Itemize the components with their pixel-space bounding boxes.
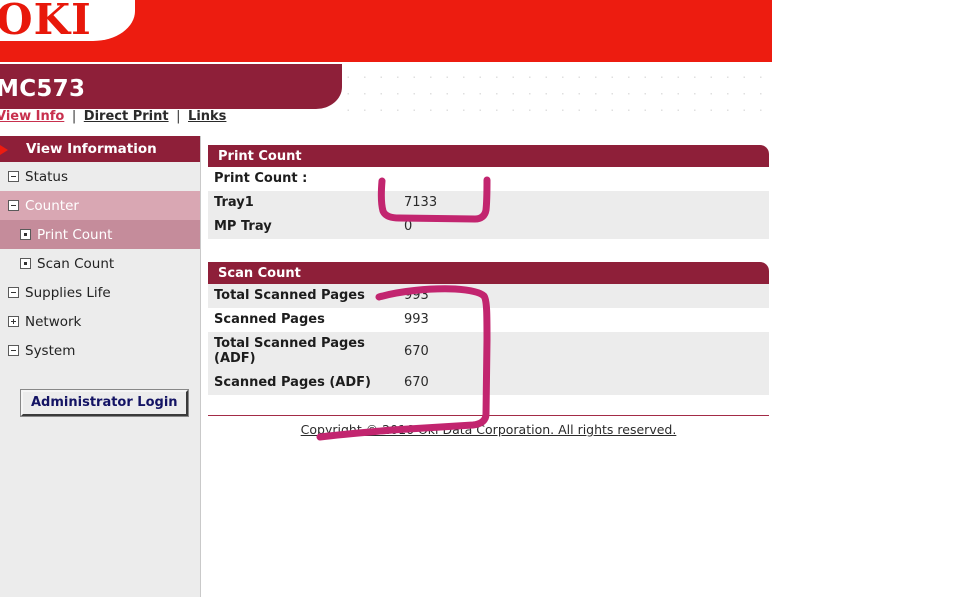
- row-spacer: [493, 167, 769, 191]
- row-value: 670: [398, 371, 493, 395]
- sidebar-item-print-count[interactable]: Print Count: [0, 220, 200, 249]
- print-count-table: Print Count : Tray1 7133 MP Tray 0: [208, 167, 769, 239]
- sidebar-item-system[interactable]: System: [0, 336, 200, 365]
- panel-title: Scan Count: [208, 262, 769, 284]
- nav-separator-1: |: [71, 109, 77, 124]
- plus-box-icon: [8, 316, 19, 327]
- administrator-login-button[interactable]: Administrator Login: [20, 389, 189, 417]
- row-spacer: [493, 308, 769, 332]
- row-label: Total Scanned Pages (ADF): [208, 332, 398, 371]
- minus-box-icon: [8, 345, 19, 356]
- main-content: Print Count Print Count : Tray1 7133 MP …: [208, 145, 769, 418]
- row-spacer: [493, 371, 769, 395]
- nav-separator-2: |: [176, 109, 181, 124]
- row-value: 670: [398, 332, 493, 371]
- sidebar-item-label: Network: [25, 313, 82, 330]
- sidebar-item-label: Counter: [25, 197, 79, 214]
- sidebar-item-counter[interactable]: Counter: [0, 191, 200, 220]
- row-label: Scanned Pages: [208, 308, 398, 332]
- nav-item-view-info[interactable]: View Info: [0, 109, 64, 124]
- sidebar-item-label: Print Count: [37, 226, 113, 243]
- scan-count-table: Total Scanned Pages 993 Scanned Pages 99…: [208, 284, 769, 395]
- dot-box-icon: [20, 229, 31, 240]
- row-spacer: [493, 332, 769, 371]
- row-label: Total Scanned Pages: [208, 284, 398, 308]
- admin-login-container: Administrator Login: [0, 389, 200, 417]
- top-nav: View Info | Direct Print | Links: [0, 109, 226, 128]
- row-spacer: [493, 191, 769, 215]
- row-spacer: [493, 215, 769, 239]
- nav-item-direct-print[interactable]: Direct Print: [84, 109, 169, 124]
- table-row: Scanned Pages 993: [208, 308, 769, 332]
- oki-logo: OKI: [0, 0, 92, 44]
- sidebar-item-label: System: [25, 342, 76, 359]
- footer-divider: [208, 415, 769, 416]
- footer: Copyright © 2016 Oki Data Corporation. A…: [208, 415, 769, 437]
- dot-pattern-decoration: [336, 63, 772, 111]
- sidebar-item-label: Supplies Life: [25, 284, 111, 301]
- table-row: Scanned Pages (ADF) 670: [208, 371, 769, 395]
- table-row: Tray1 7133: [208, 191, 769, 215]
- row-value: 993: [398, 308, 493, 332]
- page-title: MC573: [0, 76, 86, 102]
- table-row: MP Tray 0: [208, 215, 769, 239]
- sidebar: View Information Status Counter Print Co…: [0, 136, 201, 597]
- browser-page: OKI MC573 View Info | Direct Print | Lin…: [0, 0, 967, 597]
- sidebar-item-status[interactable]: Status: [0, 162, 200, 191]
- sidebar-item-supplies-life[interactable]: Supplies Life: [0, 278, 200, 307]
- panel-title: Print Count: [208, 145, 769, 167]
- table-row: Total Scanned Pages 993: [208, 284, 769, 308]
- sidebar-header-label: View Information: [26, 141, 157, 157]
- row-value: [398, 167, 493, 191]
- minus-box-icon: [8, 171, 19, 182]
- row-spacer: [493, 284, 769, 308]
- nav-item-links[interactable]: Links: [188, 109, 226, 124]
- row-value: 0: [398, 215, 493, 239]
- row-value: 7133: [398, 191, 493, 215]
- table-row: Print Count :: [208, 167, 769, 191]
- sidebar-item-label: Status: [25, 168, 69, 185]
- sidebar-item-network[interactable]: Network: [0, 307, 200, 336]
- panel-scan-count: Scan Count Total Scanned Pages 993 Scann…: [208, 262, 769, 395]
- row-value: 993: [398, 284, 493, 308]
- row-label: Tray1: [208, 191, 398, 215]
- minus-box-icon: [8, 287, 19, 298]
- table-row: Total Scanned Pages (ADF) 670: [208, 332, 769, 371]
- copyright-text: Copyright © 2016 Oki Data Corporation. A…: [300, 422, 677, 437]
- row-label: Print Count :: [208, 167, 398, 191]
- dot-box-icon: [20, 258, 31, 269]
- panel-print-count: Print Count Print Count : Tray1 7133 MP …: [208, 145, 769, 239]
- brand-banner: [0, 0, 772, 62]
- sidebar-item-scan-count[interactable]: Scan Count: [0, 249, 200, 278]
- row-label: MP Tray: [208, 215, 398, 239]
- row-label: Scanned Pages (ADF): [208, 371, 398, 395]
- arrow-right-icon: [0, 145, 8, 155]
- sidebar-header: View Information: [0, 136, 200, 162]
- sidebar-item-label: Scan Count: [37, 255, 115, 272]
- minus-box-icon: [8, 200, 19, 211]
